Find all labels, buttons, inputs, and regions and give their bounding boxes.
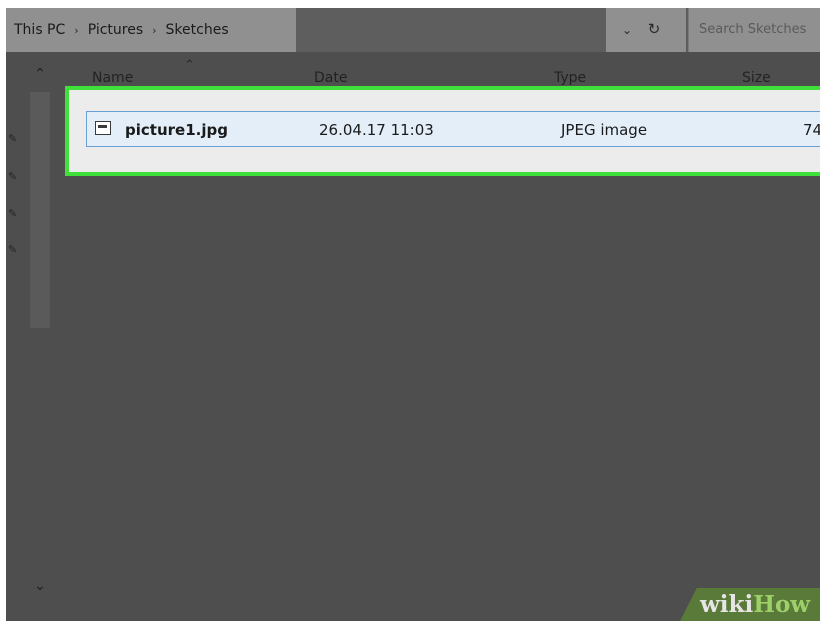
column-header-name[interactable]: Name xyxy=(92,70,133,86)
breadcrumb-separator-icon: › xyxy=(74,23,79,37)
address-bar: This PC › Pictures › Sketches ⌄ ↻ Search… xyxy=(6,8,820,52)
scrollbar-thumb[interactable] xyxy=(30,92,50,328)
image-file-icon xyxy=(95,121,111,135)
column-header-type[interactable]: Type xyxy=(554,70,586,86)
column-header-size[interactable]: Size xyxy=(742,70,771,86)
file-explorer-window: This PC › Pictures › Sketches ⌄ ↻ Search… xyxy=(6,8,820,621)
wikihow-watermark: wikiHow xyxy=(700,590,810,620)
file-name: picture1.jpg xyxy=(125,121,228,139)
pin-icon: ✎ xyxy=(8,170,18,183)
refresh-icon[interactable]: ↻ xyxy=(646,21,662,37)
column-header-date[interactable]: Date xyxy=(314,70,347,86)
scroll-down-icon[interactable]: ⌄ xyxy=(32,578,48,594)
watermark-part-1: wiki xyxy=(700,591,754,618)
breadcrumb-this-pc[interactable]: This PC xyxy=(14,22,65,38)
file-date: 26.04.17 11:03 xyxy=(319,121,434,139)
breadcrumb-separator-icon: › xyxy=(152,23,157,37)
breadcrumb[interactable]: This PC › Pictures › Sketches xyxy=(6,8,296,52)
file-type: JPEG image xyxy=(561,121,648,139)
scroll-up-icon[interactable]: ⌃ xyxy=(32,66,48,82)
sort-ascending-icon: ⌃ xyxy=(184,58,195,73)
file-row[interactable]: picture1.jpg 26.04.17 11:03 JPEG image 7… xyxy=(86,111,820,147)
watermark-part-2: How xyxy=(753,591,811,618)
pin-icon: ✎ xyxy=(8,207,18,220)
file-size: 74 xyxy=(803,121,820,139)
breadcrumb-sketches[interactable]: Sketches xyxy=(166,22,229,38)
search-input[interactable]: Search Sketches xyxy=(688,8,820,52)
chevron-down-icon[interactable]: ⌄ xyxy=(620,23,634,37)
pin-icon: ✎ xyxy=(8,132,18,145)
breadcrumb-pictures[interactable]: Pictures xyxy=(88,22,143,38)
pin-icon: ✎ xyxy=(8,243,18,256)
